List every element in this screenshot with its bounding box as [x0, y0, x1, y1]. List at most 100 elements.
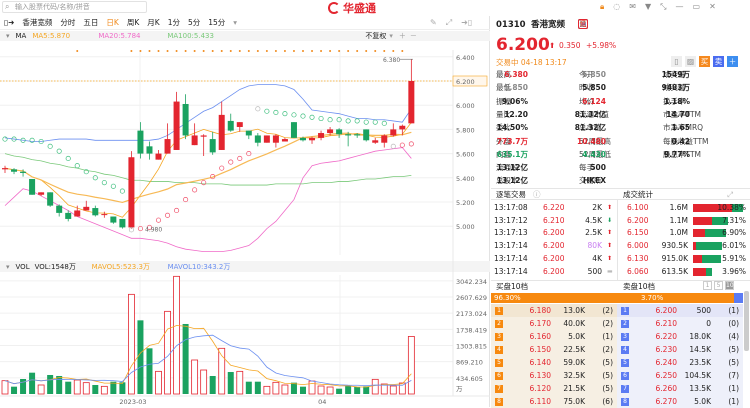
volume-bar-down [11, 386, 18, 394]
volume-bar-down [47, 374, 54, 394]
headset-icon[interactable]: ◌ [613, 2, 620, 12]
sar-dot [363, 119, 369, 125]
note-icon[interactable]: ▯ [671, 56, 682, 67]
depth-level-5[interactable]: 5 [714, 281, 723, 290]
expand-icon[interactable]: ⤢ [727, 189, 733, 201]
order-price: 6.150 [529, 345, 551, 354]
order-volume: 500 [696, 306, 711, 315]
bid-row[interactable]: 5 6.140 59.0K (5) [491, 356, 617, 369]
sar-dot [155, 217, 162, 223]
stat-price: 6.000 [627, 241, 649, 251]
sar-dot [300, 113, 306, 119]
order-price: 6.130 [529, 371, 551, 380]
event-dot [311, 50, 314, 52]
event-dot [220, 50, 223, 52]
kline-chart[interactable]: 6.400 6.200 6.000 5.800 5.600 5.400 5.200 5.000… [0, 0, 490, 407]
candle-up [101, 214, 108, 216]
stat-pct: 6.90% [722, 228, 746, 238]
stat-price: 6.130 [627, 253, 649, 263]
stat-value: 14.50% [496, 123, 528, 133]
candle-up [372, 140, 379, 143]
sar-dot [119, 188, 125, 194]
sar-dot [291, 112, 297, 118]
stats-row: 最高 6.380 今开 5.850 成交量 1549万 [491, 68, 750, 81]
buy-button[interactable]: 买 [699, 56, 710, 67]
bid-row[interactable]: 4 6.150 22.5K (2) [491, 343, 617, 356]
candle-down [119, 218, 126, 228]
depth-level-1[interactable]: 1 [703, 281, 712, 290]
sar-dot [309, 114, 315, 120]
stat-value: 1.65 [671, 123, 690, 133]
maximize-icon[interactable]: ▭ [693, 2, 701, 12]
stat-pct: 3.96% [722, 266, 746, 276]
shirt-icon[interactable]: ▼ [645, 2, 651, 12]
bid-row[interactable]: 8 6.110 75.0K (6) [491, 395, 617, 408]
add-watchlist-button[interactable]: ＋ [727, 56, 738, 67]
order-volume: 32.5K [563, 371, 585, 380]
sell-pct: 3.70% [641, 294, 664, 302]
order-volume: 5.0K [568, 332, 585, 341]
share-icon[interactable]: ▨ [685, 56, 696, 67]
ask-row[interactable]: 1 6.200 500 (1) [617, 304, 743, 317]
sar-dot [56, 148, 62, 154]
candle-down [363, 129, 370, 141]
event-dot [292, 50, 295, 52]
ask-row[interactable]: 7 6.260 13.5K (1) [617, 382, 743, 395]
bid-row[interactable]: 1 6.180 13.0K (2) [491, 304, 617, 317]
order-price: 6.160 [529, 332, 551, 341]
stat-price: 6.060 [627, 266, 649, 276]
buy-title: 买盘10档 [496, 282, 529, 291]
stat-bar [693, 242, 722, 251]
candle-up [309, 137, 316, 141]
volume-bar-up [200, 369, 208, 395]
shrink-icon[interactable]: ⤡ [660, 2, 666, 12]
stat-pct: 7.31% [722, 215, 746, 225]
volume-bar-down [209, 375, 216, 394]
volume-bar-down [336, 388, 343, 394]
ask-row[interactable]: 6 6.250 104.5K (7) [617, 369, 743, 382]
event-dot [229, 50, 232, 52]
orderbook-header: 买盘10档 卖盘10档 1 5 10 [491, 280, 750, 292]
volume-bar-up [389, 385, 397, 395]
ask-row[interactable]: 4 6.230 14.5K (5) [617, 343, 743, 356]
bid-row[interactable]: 7 6.120 21.5K (5) [491, 382, 617, 395]
ask-row[interactable]: 3 6.220 18.0K (4) [617, 330, 743, 343]
candle-down [65, 212, 72, 219]
level-number: 8 [621, 397, 629, 406]
ask-row[interactable]: 2 6.210 0 (0) [617, 317, 743, 330]
minimize-icon[interactable]: — [676, 2, 684, 12]
ask-row[interactable]: 5 6.240 23.5K (5) [617, 356, 743, 369]
ask-row[interactable]: 8 6.270 5.0K (1) [617, 395, 743, 408]
order-count: (6) [602, 397, 613, 406]
price-tick: 5.400 [456, 175, 475, 183]
bid-row[interactable]: 2 6.170 40.0K (2) [491, 317, 617, 330]
trade-stat-row: 6.130 915.0K 5.91% [491, 252, 750, 265]
boll-lower-line [4, 147, 412, 253]
order-count: (1) [602, 332, 613, 341]
depth-level-10[interactable]: 10 [725, 281, 734, 290]
trade-stat-row: 6.000 930.5K 6.01% [491, 239, 750, 252]
stat-bar-buy-fill [693, 216, 713, 225]
scrollbar[interactable] [744, 291, 749, 351]
level-number: 2 [495, 319, 503, 328]
sell-button[interactable]: 卖 [713, 56, 724, 67]
candle-down [92, 208, 99, 216]
candle-up [381, 135, 388, 143]
event-dot [157, 50, 160, 52]
volume-bar-down [254, 381, 261, 394]
volume-bar-up [37, 384, 45, 395]
event-dot [193, 50, 196, 52]
order-price: 6.240 [655, 358, 677, 367]
lock-icon[interactable]: 🔒︎ [600, 2, 604, 12]
event-dot [148, 50, 151, 52]
sar-dot [372, 119, 378, 125]
candle-down [245, 130, 252, 136]
volume-bar-up [272, 381, 280, 395]
order-price: 6.210 [655, 319, 677, 328]
bid-row[interactable]: 6 6.130 32.5K (5) [491, 369, 617, 382]
help-icon[interactable]: ⓘ [533, 189, 541, 201]
bid-row[interactable]: 3 6.160 5.0K (1) [491, 330, 617, 343]
mail-icon[interactable]: ✉ [629, 2, 636, 12]
close-icon[interactable]: ✕ [709, 2, 716, 12]
volume-bar-down [92, 384, 99, 394]
